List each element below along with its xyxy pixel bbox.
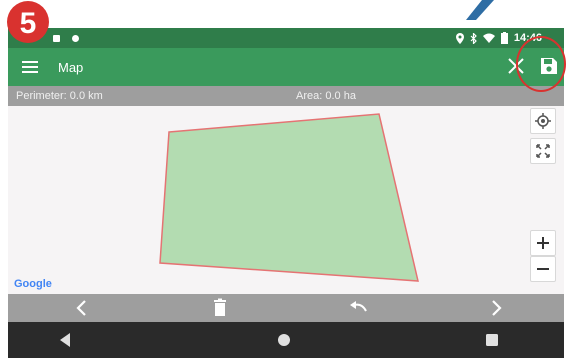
- map-canvas: [159, 113, 419, 282]
- location-icon: [455, 32, 464, 44]
- status-notifications: [53, 31, 79, 45]
- zoom-in-icon: [537, 237, 549, 249]
- step-number: 5: [20, 7, 37, 40]
- square-icon: [72, 34, 79, 42]
- locate-icon: [535, 113, 551, 129]
- status-bar: 14:46: [8, 28, 564, 48]
- pointer-arrow: [446, 0, 496, 20]
- zoom-out-icon: [537, 268, 549, 270]
- bluetooth-icon: [470, 32, 477, 44]
- undo-icon: [350, 301, 367, 312]
- back-icon: [60, 333, 70, 347]
- step-badge: 5: [6, 0, 50, 44]
- home-button[interactable]: [274, 330, 294, 350]
- expand-icon: [536, 144, 550, 158]
- page-title: Map: [58, 60, 84, 75]
- lock-icon: [53, 34, 60, 42]
- app-bar: Map: [8, 48, 564, 86]
- google-attribution: Google: [14, 278, 52, 290]
- previous-icon: [76, 300, 86, 316]
- map-view[interactable]: Google: [8, 106, 564, 294]
- undo-button[interactable]: [346, 296, 370, 320]
- field-polygon[interactable]: [159, 113, 419, 282]
- perimeter-value: Perimeter: 0.0 km: [16, 90, 103, 102]
- previous-button[interactable]: [70, 296, 94, 320]
- wifi-icon: [482, 33, 495, 43]
- fullscreen-button[interactable]: [530, 138, 556, 164]
- area-value: Area: 0.0 ha: [296, 90, 356, 102]
- home-icon: [278, 334, 290, 346]
- back-button[interactable]: [56, 330, 76, 350]
- next-button[interactable]: [484, 296, 508, 320]
- highlight-circle: [516, 36, 566, 92]
- zoom-in-button[interactable]: [530, 230, 556, 256]
- locate-button[interactable]: [530, 108, 556, 134]
- recents-icon: [486, 334, 498, 346]
- delete-icon: [214, 298, 226, 316]
- hamburger-menu-icon[interactable]: [22, 58, 38, 74]
- measurement-bar: Perimeter: 0.0 km Area: 0.0 ha: [8, 86, 564, 106]
- recents-button[interactable]: [482, 330, 502, 350]
- system-nav-bar: [8, 322, 564, 358]
- next-icon: [492, 300, 502, 316]
- edit-toolbar: [8, 294, 564, 322]
- battery-icon: [500, 32, 508, 44]
- zoom-out-button[interactable]: [530, 256, 556, 282]
- delete-button[interactable]: [208, 296, 232, 320]
